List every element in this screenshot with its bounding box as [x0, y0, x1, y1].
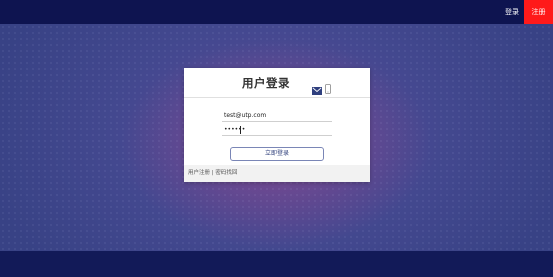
phone-icon[interactable]: [325, 79, 331, 94]
forgot-password-link[interactable]: 密码找回: [215, 170, 237, 176]
email-field[interactable]: [222, 110, 332, 122]
mail-icon[interactable]: [312, 80, 322, 95]
password-field[interactable]: [222, 124, 332, 136]
top-navbar: 登录 注册: [0, 0, 553, 24]
login-card: 用户登录 立即登录 用户注册 | 密码找回: [184, 68, 370, 182]
text-cursor: [240, 126, 241, 134]
bottom-band: [0, 251, 553, 277]
login-submit-button[interactable]: 立即登录: [230, 147, 324, 161]
register-button[interactable]: 注册: [524, 0, 553, 24]
login-link[interactable]: 登录: [500, 0, 524, 24]
user-register-link[interactable]: 用户注册: [188, 170, 210, 176]
login-title: 用户登录: [242, 76, 290, 90]
login-card-header: 用户登录: [184, 68, 370, 98]
login-card-footer: 用户注册 | 密码找回: [184, 165, 370, 182]
